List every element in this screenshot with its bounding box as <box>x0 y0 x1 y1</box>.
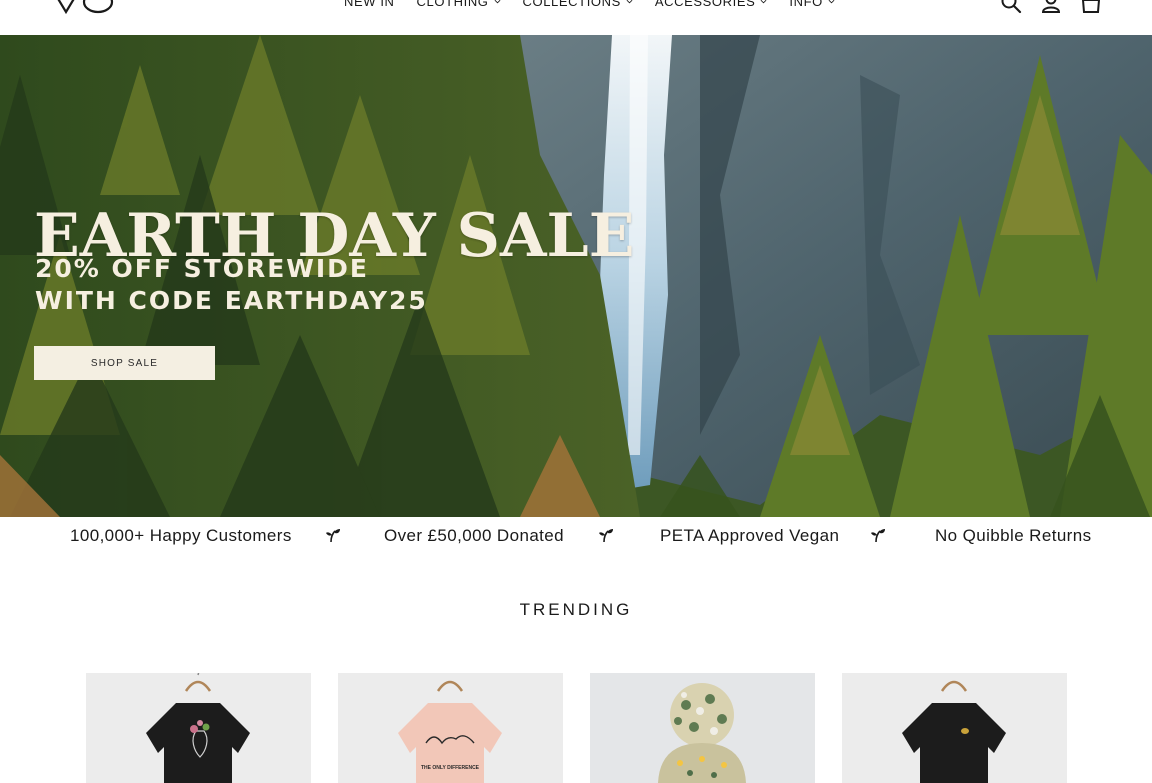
product-card-2[interactable]: THE ONLY DIFFERENCE <box>338 673 563 783</box>
shop-sale-button[interactable]: SHOP SALE <box>34 346 215 380</box>
usp-bar: 100,000+ Happy Customers Over £50,000 Do… <box>0 517 1152 557</box>
hero-subtitle-line-1: 20% OFF STOREWIDE <box>35 254 369 283</box>
account-icon[interactable] <box>1040 0 1062 14</box>
usp-donated: Over £50,000 Donated <box>384 526 565 545</box>
usp-returns: No Quibble Returns <box>935 526 1092 545</box>
site-header: NEW IN CLOTHING COLLECTIONS ACCESSORIES … <box>0 0 1152 35</box>
cart-icon[interactable] <box>1080 0 1102 14</box>
chevron-down-icon <box>626 0 633 4</box>
nav-new-in[interactable]: NEW IN <box>344 0 395 9</box>
product-card-1[interactable] <box>86 673 311 783</box>
header-actions <box>1000 0 1102 14</box>
nav-label: NEW IN <box>344 0 395 9</box>
sprout-icon <box>599 529 613 543</box>
print-text: THE ONLY DIFFERENCE <box>421 765 480 771</box>
nav-label: CLOTHING <box>416 0 489 9</box>
chevron-down-icon <box>828 0 835 4</box>
product-image-black-floral-tshirt <box>86 673 311 783</box>
nav-label: COLLECTIONS <box>522 0 621 9</box>
trending-title: TRENDING <box>519 600 633 619</box>
hero-banner: EARTH DAY SALE 20% OFF STOREWIDE WITH CO… <box>0 35 1152 517</box>
product-image-pink-dog-tshirt: THE ONLY DIFFERENCE <box>338 673 563 783</box>
product-card-4[interactable] <box>842 673 1067 783</box>
product-card-3[interactable] <box>590 673 815 783</box>
sprout-icon <box>871 529 885 543</box>
nav-label: ACCESSORIES <box>654 0 756 9</box>
product-image-knit-bobble-hat <box>590 673 815 783</box>
search-icon[interactable] <box>1000 0 1022 14</box>
nav-clothing[interactable]: CLOTHING <box>417 0 501 9</box>
nav-info[interactable]: INFO <box>789 0 835 9</box>
hero-subtitle-line-2: WITH CODE EARTHDAY25 <box>35 286 428 315</box>
chevron-down-icon <box>760 0 767 4</box>
nav-accessories[interactable]: ACCESSORIES <box>655 0 768 9</box>
nav-label: INFO <box>789 0 823 9</box>
product-image-black-embroidered-tshirt <box>842 673 1067 783</box>
nav-collections[interactable]: COLLECTIONS <box>523 0 633 9</box>
brand-logo[interactable] <box>48 0 120 16</box>
sprout-icon <box>326 529 340 543</box>
chevron-down-icon <box>494 0 500 4</box>
main-nav: NEW IN CLOTHING COLLECTIONS ACCESSORIES … <box>344 0 835 9</box>
hero-subtitle: 20% OFF STOREWIDE WITH CODE EARTHDAY25 <box>35 253 428 317</box>
usp-happy-customers: 100,000+ Happy Customers <box>70 526 292 545</box>
usp-peta-vegan: PETA Approved Vegan <box>660 526 840 545</box>
